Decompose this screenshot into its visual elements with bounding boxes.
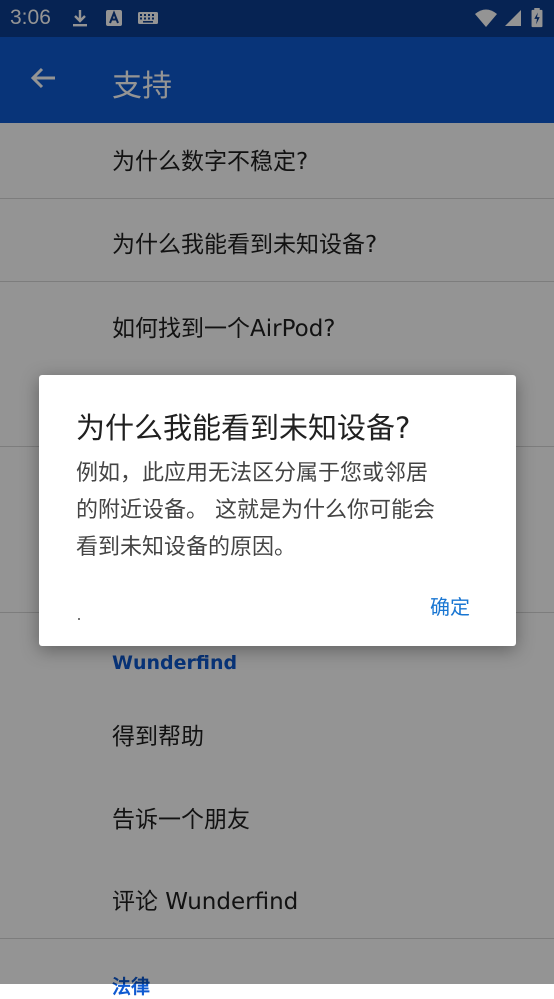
dialog-message: 例如，此应用无法区分属于您或邻居 的附近设备。 这就是为什么你可能会 看到未知设… (76, 455, 496, 566)
ok-button[interactable]: 确定 (430, 591, 470, 620)
info-dialog: 为什么我能看到未知设备? 例如，此应用无法区分属于您或邻居 的附近设备。 这就是… (39, 375, 516, 646)
dialog-message-line: 的附近设备。 这就是为什么你可能会 (76, 498, 435, 523)
dialog-dot (78, 618, 80, 620)
dialog-title: 为什么我能看到未知设备? (76, 411, 411, 445)
dialog-message-line: 例如，此应用无法区分属于您或邻居 (76, 461, 429, 486)
dialog-message-line: 看到未知设备的原因。 (76, 535, 297, 560)
